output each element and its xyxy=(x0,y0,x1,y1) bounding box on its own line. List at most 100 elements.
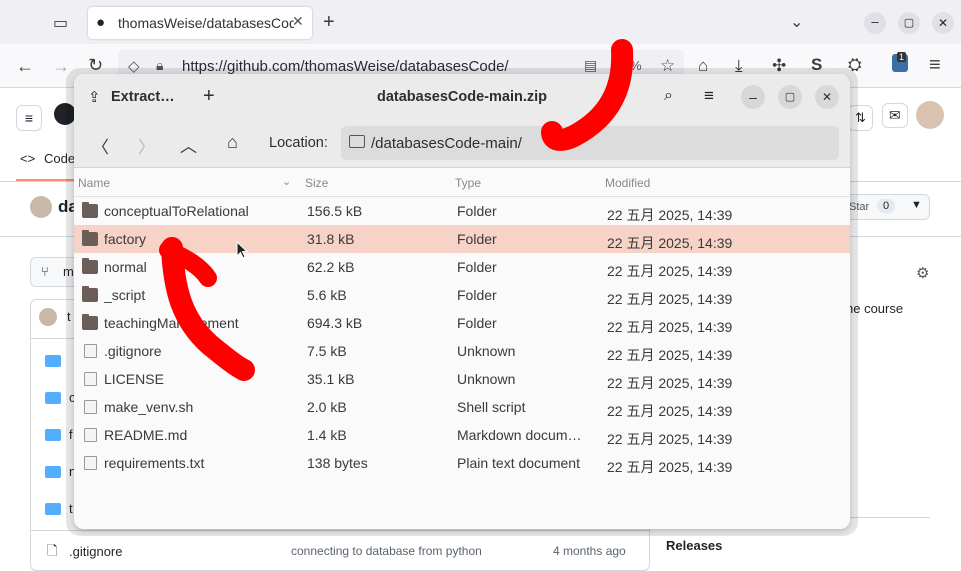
file-modified: 22 五月 2025, 14:39 xyxy=(607,207,733,223)
folder-icon xyxy=(82,314,98,330)
dialog-close-button[interactable]: ✕ xyxy=(815,85,839,109)
file-row[interactable]: normal 62.2 kB Folder 22 五月 2025, 14:39 xyxy=(74,253,850,281)
file-type: Folder xyxy=(457,315,497,331)
file-icon xyxy=(84,428,97,442)
file-name: conceptualToRelational xyxy=(104,203,249,219)
file-icon xyxy=(84,456,97,470)
file-name: _script xyxy=(104,287,146,303)
file-size: 156.5 kB xyxy=(307,203,363,219)
file-name: README.md xyxy=(104,427,188,443)
file-row[interactable]: make_venv.sh 2.0 kB Shell script 22 五月 2025… xyxy=(74,393,850,421)
github-favicon-icon: ● xyxy=(96,14,106,31)
folder-icon xyxy=(82,230,98,246)
file-type: Folder xyxy=(457,203,497,219)
code-tab-icon: <> xyxy=(20,151,36,166)
dialog-title: databasesCode-main.zip xyxy=(376,89,547,105)
search-icon[interactable]: ⌕ xyxy=(664,87,673,105)
file-icon xyxy=(84,372,97,386)
file-size: 694.3 kB xyxy=(307,315,363,331)
folder-icon xyxy=(45,503,61,515)
new-tab-button[interactable]: + xyxy=(323,11,335,34)
file-size: 5.6 kB xyxy=(307,287,347,303)
extension-badge-count: 1 xyxy=(897,52,907,62)
file-size: 2.0 kB xyxy=(307,399,347,415)
file-modified: 22 五月 2025, 14:39 xyxy=(607,375,733,391)
column-modified[interactable]: Modified xyxy=(605,176,650,190)
file-link-gitignore[interactable]: .gitignore xyxy=(69,544,122,559)
column-name[interactable]: Name xyxy=(78,176,110,190)
dialog-maximize-button[interactable]: ▢ xyxy=(778,85,802,109)
file-type: Folder xyxy=(457,287,497,303)
dialog-minimize-button[interactable]: – xyxy=(741,85,765,109)
back-nav-icon[interactable]: 〈 xyxy=(92,133,109,158)
file-row[interactable]: requirements.txt 138 bytes Plain text docu… xyxy=(74,449,850,477)
file-name: factory xyxy=(104,231,147,247)
tab-title: thomasWeise/databasesCode xyxy=(118,15,294,31)
file-icon: 🗋 xyxy=(47,543,58,558)
home-folder-icon[interactable]: ⌂ xyxy=(227,132,238,153)
file-modified: 22 五月 2025, 14:39 xyxy=(607,235,733,251)
file-type: Markdown docum… xyxy=(457,427,582,443)
browser-tab-bar: ▭ ● thomasWeise/databasesCode ✕ + ⌄ – ▢ … xyxy=(0,0,961,44)
file-row[interactable]: _script 5.6 kB Folder 22 五月 2025, 14:39 xyxy=(74,281,850,309)
file-size: 31.8 kB xyxy=(307,231,355,247)
user-avatar[interactable] xyxy=(916,101,944,129)
close-window-icon[interactable]: ✕ xyxy=(932,12,954,34)
file-row[interactable]: LICENSE 35.1 kB Unknown 22 五月 2025, 14:39 xyxy=(74,365,850,393)
about-settings-gear-icon[interactable]: ⚙ xyxy=(916,264,929,282)
file-row[interactable]: conceptualToRelational 156.5 kB Folder 22 五… xyxy=(74,197,850,225)
file-size: 35.1 kB xyxy=(307,371,355,387)
sort-descending-icon[interactable]: ⌄ xyxy=(282,175,291,188)
file-name: requirements.txt xyxy=(104,455,205,471)
tab-close-icon[interactable]: ✕ xyxy=(292,13,304,30)
dialog-toolbar: 〈 〉 ︿ ⌂ Location: /databasesCode-main/ xyxy=(74,120,850,168)
releases-heading[interactable]: Releases xyxy=(666,538,722,553)
file-type: Unknown xyxy=(457,371,516,387)
forward-nav-icon[interactable]: 〉 xyxy=(138,133,155,158)
file-list: Name ⌄ Size Type Modified conceptualToRe… xyxy=(74,169,850,529)
file-size: 1.4 kB xyxy=(307,427,347,443)
dialog-menu-icon[interactable]: ≡ xyxy=(704,86,714,106)
file-type: Plain text document xyxy=(457,455,580,471)
file-modified: 22 五月 2025, 14:39 xyxy=(607,431,733,447)
list-tabs-icon[interactable]: ⌄ xyxy=(790,12,803,32)
minimize-window-icon[interactable]: – xyxy=(864,12,886,34)
column-type[interactable]: Type xyxy=(455,176,481,190)
column-size[interactable]: Size xyxy=(305,176,328,190)
file-row[interactable]: .gitignore 7.5 kB Unknown 22 五月 2025, 14:39 xyxy=(74,337,850,365)
app-menu-icon[interactable]: ≡ xyxy=(929,54,941,77)
branch-icon: ⑂ xyxy=(41,264,49,279)
file-type: Unknown xyxy=(457,343,516,359)
github-hamburger-icon[interactable]: ≡ xyxy=(16,105,42,131)
file-row[interactable]: factory 31.8 kB Folder 22 五月 2025, 14:39 xyxy=(74,225,850,253)
location-field[interactable]: /databasesCode-main/ xyxy=(341,126,839,160)
file-type: Folder xyxy=(457,231,497,247)
inbox-icon[interactable]: ✉ xyxy=(882,103,908,128)
folder-icon xyxy=(45,392,61,404)
tab-overview-icon[interactable]: ▭ xyxy=(53,13,68,33)
file-size: 138 bytes xyxy=(307,455,368,471)
file-modified: 22 五月 2025, 14:39 xyxy=(607,319,733,335)
folder-icon xyxy=(82,258,98,274)
folder-outline-icon xyxy=(349,135,365,148)
folder-icon xyxy=(82,286,98,302)
file-size: 7.5 kB xyxy=(307,343,347,359)
file-modified: 22 五月 2025, 14:39 xyxy=(607,347,733,363)
commit-author-avatar xyxy=(39,308,57,326)
commit-message[interactable]: connecting to database from python xyxy=(291,544,482,558)
folder-icon xyxy=(45,355,61,367)
back-icon[interactable]: ← xyxy=(16,56,34,77)
file-row[interactable]: README.md 1.4 kB Markdown docum… 22 五月 2025… xyxy=(74,421,850,449)
file-row[interactable]: teachingManagement 694.3 kB Folder 22 五月 20… xyxy=(74,309,850,337)
star-count: 0 xyxy=(877,199,896,213)
star-dropdown-icon[interactable]: ▼ xyxy=(911,199,922,211)
browser-tab[interactable]: ● thomasWeise/databasesCode ✕ xyxy=(88,7,312,39)
file-size: 62.2 kB xyxy=(307,259,355,275)
maximize-window-icon[interactable]: ▢ xyxy=(898,12,920,34)
dialog-header: ⇪ Extract… + databasesCode-main.zip ⌕ ≡ … xyxy=(74,74,850,120)
parent-folder-icon[interactable]: ︿ xyxy=(180,132,197,157)
file-modified: 22 五月 2025, 14:39 xyxy=(607,459,733,475)
folder-icon xyxy=(82,202,98,218)
file-modified: 22 五月 2025, 14:39 xyxy=(607,263,733,279)
file-icon xyxy=(84,400,97,414)
